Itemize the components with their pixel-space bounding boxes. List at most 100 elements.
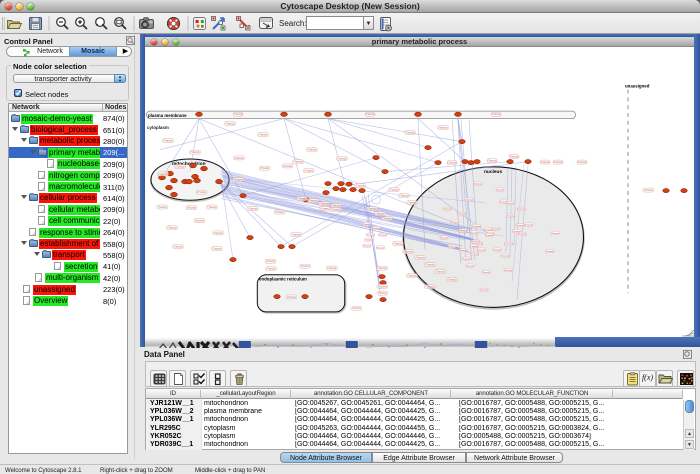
svg-text:(Yxxxxx): (Yxxxxx) <box>197 192 206 194</box>
svg-text:(Yxxxxx): (Yxxxxx) <box>260 168 269 170</box>
svg-text:(Yxxxxx): (Yxxxxx) <box>426 265 435 267</box>
svg-text:(Yxxxxx): (Yxxxxx) <box>158 174 167 176</box>
svg-text:(Yxxxxx): (Yxxxxx) <box>176 167 185 169</box>
svg-text:(Yxxxxx): (Yxxxxx) <box>187 208 196 210</box>
svg-text:(Yxxxxx): (Yxxxxx) <box>510 157 519 159</box>
svg-text:(Yxxxxx): (Yxxxxx) <box>158 207 167 209</box>
svg-text:(Yxxxxx): (Yxxxxx) <box>352 309 361 311</box>
svg-text:(Yxxxxx): (Yxxxxx) <box>488 161 497 163</box>
svg-text:(Yxxxxx): (Yxxxxx) <box>249 209 258 211</box>
svg-text:(Yxxxxx): (Yxxxxx) <box>283 166 292 168</box>
svg-text:(Yxxxxx): (Yxxxxx) <box>362 224 370 226</box>
svg-text:(Yxxxxx): (Yxxxxx) <box>376 214 385 216</box>
svg-text:(Yxxxxx): (Yxxxxx) <box>644 190 653 192</box>
svg-text:(Yxxxxx): (Yxxxxx) <box>507 216 515 218</box>
svg-text:(Yxxxxx): (Yxxxxx) <box>496 190 504 192</box>
svg-text:(Yxxxxx): (Yxxxxx) <box>168 228 177 230</box>
svg-text:(Yxxxxx): (Yxxxxx) <box>331 210 340 212</box>
svg-text:(Yxxxxx): (Yxxxxx) <box>363 246 371 248</box>
svg-text:(Yxxxxx): (Yxxxxx) <box>426 287 435 289</box>
svg-text:(Yxxxxx): (Yxxxxx) <box>477 250 485 252</box>
svg-text:(Yxxxxx): (Yxxxxx) <box>551 233 559 235</box>
svg-text:(Yxxxxx): (Yxxxxx) <box>259 135 268 137</box>
svg-text:(Yxxxxx): (Yxxxxx) <box>493 250 501 252</box>
svg-text:(Yxxxxx): (Yxxxxx) <box>525 225 533 227</box>
svg-text:(Yxxxxx): (Yxxxxx) <box>448 247 456 249</box>
svg-text:(Yxxxxx): (Yxxxxx) <box>287 297 296 299</box>
svg-text:(Yxxxxx): (Yxxxxx) <box>400 196 409 198</box>
svg-text:(Yxxxxx): (Yxxxxx) <box>174 247 183 249</box>
svg-text:(Yxxxxx): (Yxxxxx) <box>266 262 275 264</box>
svg-text:(Yxxxxx): (Yxxxxx) <box>275 212 284 214</box>
svg-text:(Yxxxxx): (Yxxxxx) <box>356 186 365 188</box>
svg-text:(Yxxxxx): (Yxxxxx) <box>518 234 526 236</box>
svg-text:(Yxxxxx): (Yxxxxx) <box>327 268 336 270</box>
svg-text:(Yxxxxx): (Yxxxxx) <box>578 162 587 164</box>
svg-text:(Yxxxxx): (Yxxxxx) <box>208 207 217 209</box>
svg-text:(Yxxxxx): (Yxxxxx) <box>372 228 380 230</box>
svg-text:(Yxxxxx): (Yxxxxx) <box>501 256 509 258</box>
svg-text:(Yxxxxx): (Yxxxxx) <box>541 162 550 164</box>
svg-text:(Yxxxxx): (Yxxxxx) <box>301 266 310 268</box>
svg-text:(Yxxxxx): (Yxxxxx) <box>448 163 457 165</box>
svg-text:(Yxxxxx): (Yxxxxx) <box>436 272 445 274</box>
svg-text:(Yxxxxx): (Yxxxxx) <box>470 246 478 248</box>
svg-text:(Yxxxxx): (Yxxxxx) <box>459 230 467 232</box>
svg-text:(Yxxxxx): (Yxxxxx) <box>294 162 303 164</box>
svg-text:(Yxxxxx): (Yxxxxx) <box>408 276 417 278</box>
svg-text:(Yxxxxx): (Yxxxxx) <box>332 206 341 208</box>
svg-text:(Yxxxxx): (Yxxxxx) <box>504 270 512 272</box>
svg-text:(Yxxxxx): (Yxxxxx) <box>457 214 465 216</box>
svg-text:(Yxxxxx): (Yxxxxx) <box>492 229 500 231</box>
svg-text:(Yxxxxx): (Yxxxxx) <box>546 251 554 253</box>
svg-text:(Yxxxxx): (Yxxxxx) <box>366 115 375 117</box>
svg-text:(Yxxxxx): (Yxxxxx) <box>408 203 417 205</box>
svg-text:(Yxxxxx): (Yxxxxx) <box>485 235 493 237</box>
svg-text:(Yxxxxx): (Yxxxxx) <box>195 221 204 223</box>
svg-text:(Yxxxxx): (Yxxxxx) <box>390 190 399 192</box>
svg-text:(Yxxxxx): (Yxxxxx) <box>517 209 525 211</box>
svg-text:(Yxxxxx): (Yxxxxx) <box>378 287 387 289</box>
svg-text:(Yxxxxx): (Yxxxxx) <box>404 252 413 254</box>
svg-text:(Yxxxxx): (Yxxxxx) <box>368 209 377 211</box>
svg-text:(Yxxxxx): (Yxxxxx) <box>234 115 243 117</box>
svg-text:(Yxxxxx): (Yxxxxx) <box>164 141 173 143</box>
svg-text:(Yxxxxx): (Yxxxxx) <box>320 204 329 206</box>
svg-text:(Yxxxxx): (Yxxxxx) <box>470 233 478 235</box>
svg-text:(Yxxxxx): (Yxxxxx) <box>462 259 470 261</box>
svg-text:(Yxxxxx): (Yxxxxx) <box>505 244 513 246</box>
svg-text:(Yxxxxx): (Yxxxxx) <box>308 150 317 152</box>
svg-text:(Yxxxxx): (Yxxxxx) <box>443 209 451 211</box>
svg-text:(Yxxxxx): (Yxxxxx) <box>191 152 200 154</box>
svg-text:(Yxxxxx): (Yxxxxx) <box>379 235 387 237</box>
svg-text:(Yxxxxx): (Yxxxxx) <box>451 222 459 224</box>
svg-text:(Yxxxxx): (Yxxxxx) <box>448 280 457 282</box>
svg-text:(Yxxxxx): (Yxxxxx) <box>234 180 243 182</box>
svg-text:(Yxxxxx): (Yxxxxx) <box>292 235 301 237</box>
svg-text:(Yxxxxx): (Yxxxxx) <box>309 201 318 203</box>
svg-text:(Yxxxxx): (Yxxxxx) <box>440 238 448 240</box>
svg-text:(Yxxxxx): (Yxxxxx) <box>213 249 222 251</box>
svg-text:(Yxxxxx): (Yxxxxx) <box>376 248 384 250</box>
svg-text:(Yxxxxx): (Yxxxxx) <box>439 128 448 130</box>
svg-text:(Yxxxxx): (Yxxxxx) <box>466 266 474 268</box>
svg-text:(Yxxxxx): (Yxxxxx) <box>378 293 387 295</box>
svg-text:(Yxxxxx): (Yxxxxx) <box>367 235 375 237</box>
svg-text:(Yxxxxx): (Yxxxxx) <box>554 162 563 164</box>
svg-text:endoplasmic reticulum: endoplasmic reticulum <box>259 277 307 282</box>
svg-text:cytoplasm: cytoplasm <box>147 125 169 130</box>
svg-text:(Yxxxxx): (Yxxxxx) <box>365 240 373 242</box>
svg-text:(Yxxxxx): (Yxxxxx) <box>516 225 524 227</box>
svg-text:(Yxxxxx): (Yxxxxx) <box>416 258 425 260</box>
svg-text:(Yxxxxx): (Yxxxxx) <box>338 159 347 161</box>
svg-text:unassigned: unassigned <box>625 84 650 89</box>
svg-text:plasma membrane: plasma membrane <box>148 113 187 118</box>
svg-text:(Yxxxxx): (Yxxxxx) <box>383 219 392 221</box>
svg-text:(Yxxxxx): (Yxxxxx) <box>492 115 501 117</box>
svg-text:(Yxxxxx): (Yxxxxx) <box>474 184 482 186</box>
svg-text:(Yxxxxx): (Yxxxxx) <box>320 209 329 211</box>
svg-text:(Yxxxxx): (Yxxxxx) <box>465 200 473 202</box>
svg-text:nucleus: nucleus <box>484 169 502 175</box>
svg-text:(Yxxxxx): (Yxxxxx) <box>482 272 490 274</box>
svg-text:(Yxxxxx): (Yxxxxx) <box>506 203 514 205</box>
